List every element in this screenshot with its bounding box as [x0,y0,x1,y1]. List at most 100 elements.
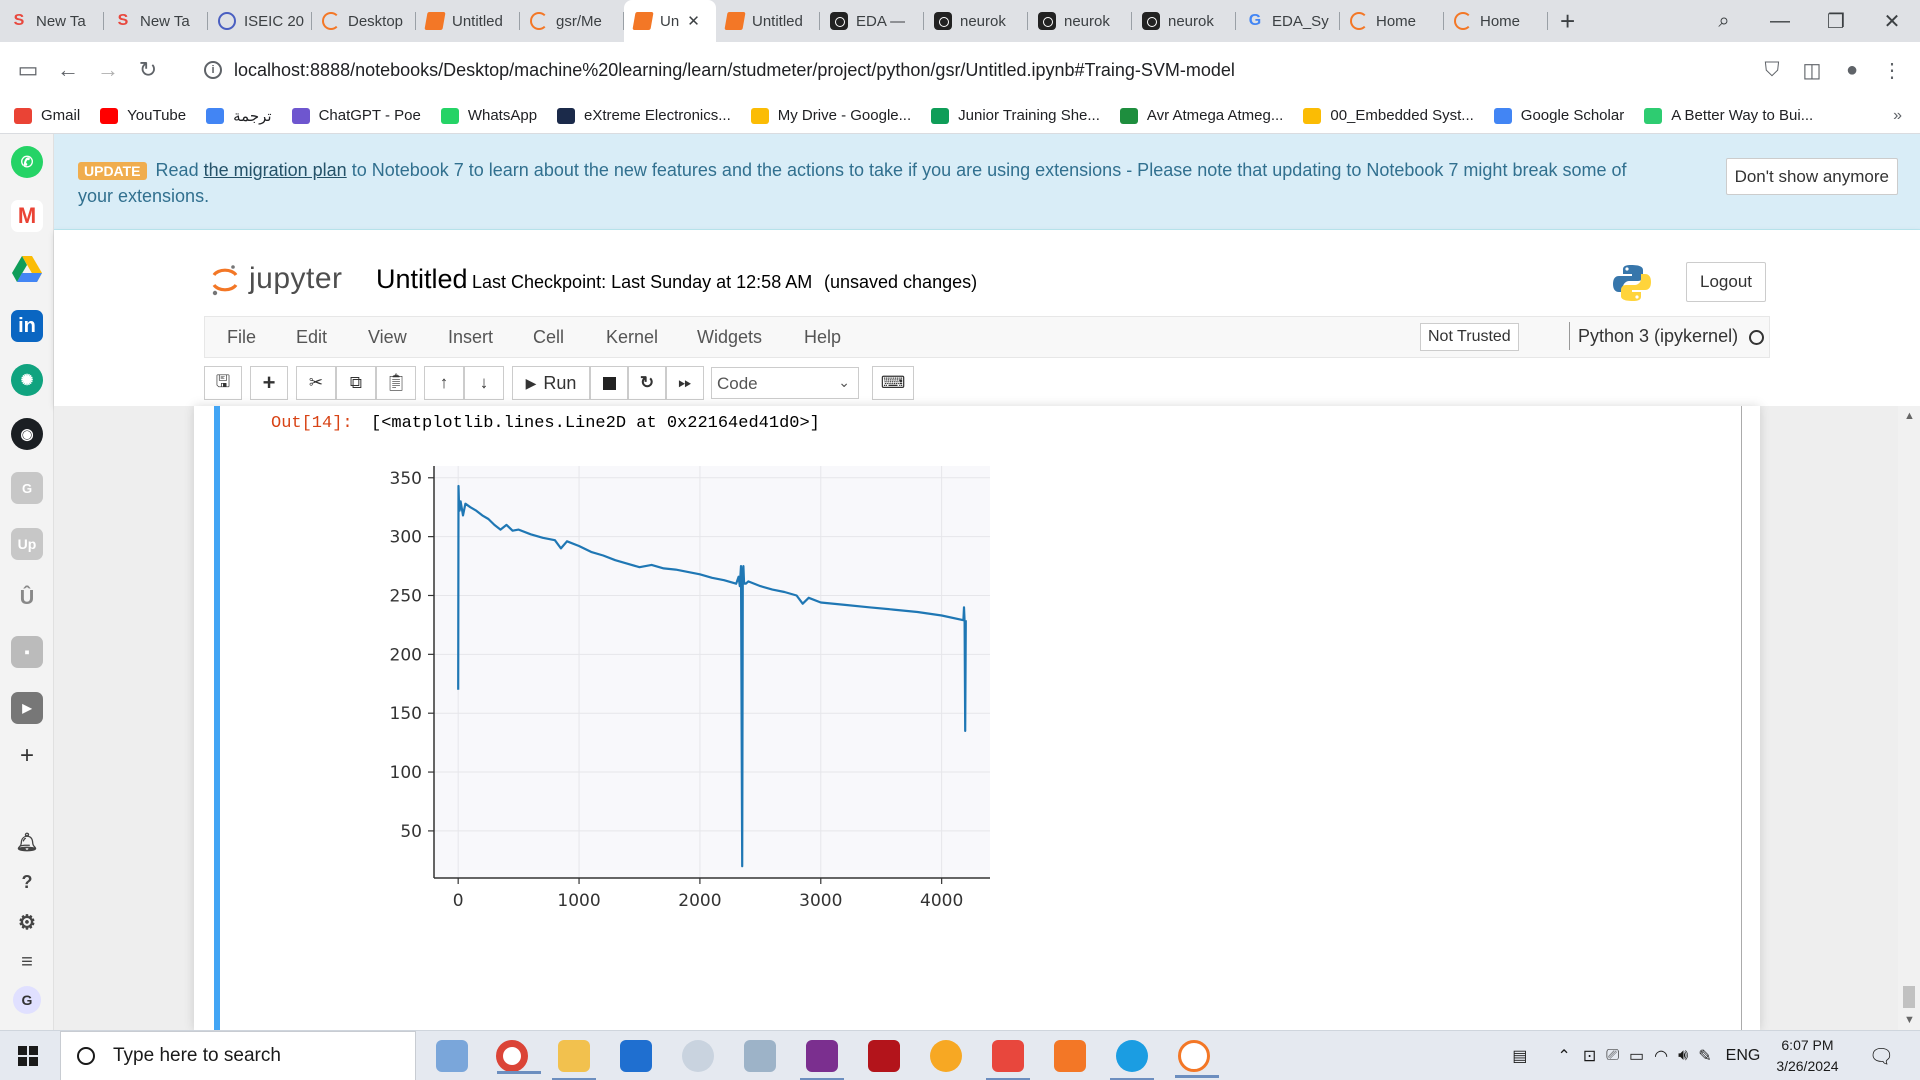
add-app-icon[interactable]: + [11,740,43,772]
mail-icon[interactable] [620,1040,652,1072]
menu-kebab-icon[interactable]: ⋮ [1872,58,1912,83]
browser-tab[interactable]: Untitled [416,0,520,42]
address-bar[interactable]: i localhost:8888/notebooks/Desktop/machi… [192,50,1732,90]
notifications-bell-icon[interactable]: 🔔︎ [11,826,43,858]
command-palette-keyboard-icon[interactable]: ⌨ [872,366,914,400]
google-translate-icon[interactable]: G [11,472,43,504]
whatsapp-icon[interactable]: ✆ [11,146,43,178]
bookmark-item[interactable]: ترجمة [206,107,272,125]
menu-widgets[interactable]: Widgets [697,327,762,348]
account-avatar-icon[interactable]: G [13,986,41,1014]
copy-icon[interactable]: ⧉ [336,366,376,400]
orange-app-icon[interactable] [1054,1040,1086,1072]
move-down-icon[interactable]: ↓ [464,366,504,400]
cell-type-select[interactable]: Code ⌄ [711,367,859,399]
cut-icon[interactable]: ✂ [296,366,336,400]
more-bookmarks-icon[interactable]: » [1893,107,1902,125]
run-button[interactable]: ▶ Run [512,366,590,400]
browser-tab[interactable]: Un ✕ [624,0,716,42]
bookmark-item[interactable]: YouTube [100,107,186,124]
new-tab-button[interactable]: + [1560,6,1575,37]
list-menu-icon[interactable]: ≡ [11,946,43,978]
forward-button[interactable]: → [88,57,128,83]
notebook-title[interactable]: Untitled [376,264,468,295]
linkedin-icon[interactable]: in [11,310,43,342]
clock[interactable]: 6:07 PM 3/26/2024 [1776,1035,1838,1077]
winrar-icon[interactable] [800,1040,844,1080]
minimize-button[interactable]: — [1752,10,1808,33]
battery-icon[interactable]: ▭ [1629,1046,1644,1066]
insert-cell-below-icon[interactable]: + [250,366,288,400]
chatgpt-icon[interactable]: ✺ [11,364,43,396]
scroll-down-icon[interactable]: ▼ [1904,1014,1915,1026]
menu-view[interactable]: View [368,327,407,348]
browser-tab[interactable]: gsr/Me [520,0,624,42]
jupyter-logo-icon[interactable] [211,262,239,298]
taskbar-search[interactable]: Type here to search [60,1031,416,1080]
s-app-icon[interactable] [986,1040,1030,1080]
task-view-icon[interactable] [436,1040,468,1072]
settings-gear-icon[interactable]: ⚙ [11,906,43,938]
bookmark-item[interactable]: A Better Way to Bui... [1644,107,1813,124]
scroll-up-icon[interactable]: ▲ [1904,410,1915,422]
people-app-icon[interactable] [682,1040,714,1072]
paste-icon[interactable]: 📋︎ [376,366,416,400]
video-player-icon[interactable]: ▶ [11,692,43,724]
browser-tab[interactable]: G EDA_Sy [1236,0,1340,42]
restore-button[interactable]: ❐ [1808,9,1864,34]
logout-button[interactable]: Logout [1686,262,1766,302]
close-tab-icon[interactable]: ✕ [687,12,700,30]
site-info-icon[interactable]: i [204,61,222,79]
bookmark-item[interactable]: ChatGPT - Poe [291,107,421,124]
volume-icon[interactable]: 🔊︎ [1678,1047,1688,1065]
back-button[interactable]: ← [48,57,88,83]
move-up-icon[interactable]: ↑ [424,366,464,400]
display-tray-icon[interactable]: ⎚ [1606,1047,1619,1065]
not-trusted-button[interactable]: Not Trusted [1420,323,1519,351]
windows-start-icon[interactable] [18,1046,38,1066]
browser-tab[interactable]: neurok [1028,0,1132,42]
menu-edit[interactable]: Edit [296,327,327,348]
contacts-icon[interactable]: ▪ [11,636,43,668]
page-scrollbar[interactable]: ▲ ▼ [1898,406,1920,1030]
browser-app-icon[interactable] [930,1040,962,1072]
language-indicator[interactable]: ENG [1726,1047,1761,1065]
jupyter-logo-text[interactable]: jupyter [249,262,343,296]
browser-tab[interactable]: EDA — [820,0,924,42]
jupyter-taskbar-icon[interactable] [1175,1040,1219,1078]
browser-tab[interactable]: Home [1444,0,1548,42]
browser-tab[interactable]: Desktop [312,0,416,42]
bookmark-item[interactable]: Gmail [14,107,80,124]
menu-file[interactable]: File [227,327,256,348]
edge-icon[interactable] [1110,1040,1154,1080]
menu-kernel[interactable]: Kernel [606,327,658,348]
menu-insert[interactable]: Insert [448,327,493,348]
bookmark-item[interactable]: WhatsApp [440,107,537,124]
google-drive-icon[interactable] [11,254,43,286]
github-icon[interactable]: ◉ [11,418,43,450]
search-tabs-icon[interactable]: ⌕ [1696,10,1752,33]
browser-tab[interactable]: Home [1340,0,1444,42]
file-explorer-icon[interactable] [552,1040,596,1080]
menu-cell[interactable]: Cell [533,327,564,348]
game-app-icon[interactable] [868,1040,900,1072]
bookmark-item[interactable]: Junior Training She... [931,107,1100,124]
split-view-icon[interactable]: ◫ [1792,58,1832,83]
shield-extension-icon[interactable]: ⛉ [1752,59,1792,82]
upwork-icon[interactable]: Up [11,528,43,560]
help-icon[interactable]: ? [11,866,43,898]
notifications-icon[interactable]: 🗨︎ [1869,1044,1894,1069]
tab-overview-icon[interactable]: ▭ [8,57,48,83]
reload-button[interactable]: ↻ [128,57,168,83]
close-window-button[interactable]: ✕ [1864,9,1920,34]
bookmark-item[interactable]: Avr Atmega Atmeg... [1119,107,1283,124]
bookmark-item[interactable]: 00_Embedded Syst... [1303,107,1474,124]
restart-kernel-icon[interactable]: ↻ [628,366,666,400]
bookmark-item[interactable]: eXtreme Electronics... [557,107,731,124]
browser-tab[interactable]: S New Ta [104,0,208,42]
browser-tab[interactable]: Untitled [716,0,820,42]
news-widget-icon[interactable]: ▤ [1512,1046,1527,1066]
camera-tray-icon[interactable]: ⊡ [1583,1046,1596,1066]
browser-tab[interactable]: ISEIC 20 [208,0,312,42]
gmail-icon[interactable]: M [11,200,43,232]
